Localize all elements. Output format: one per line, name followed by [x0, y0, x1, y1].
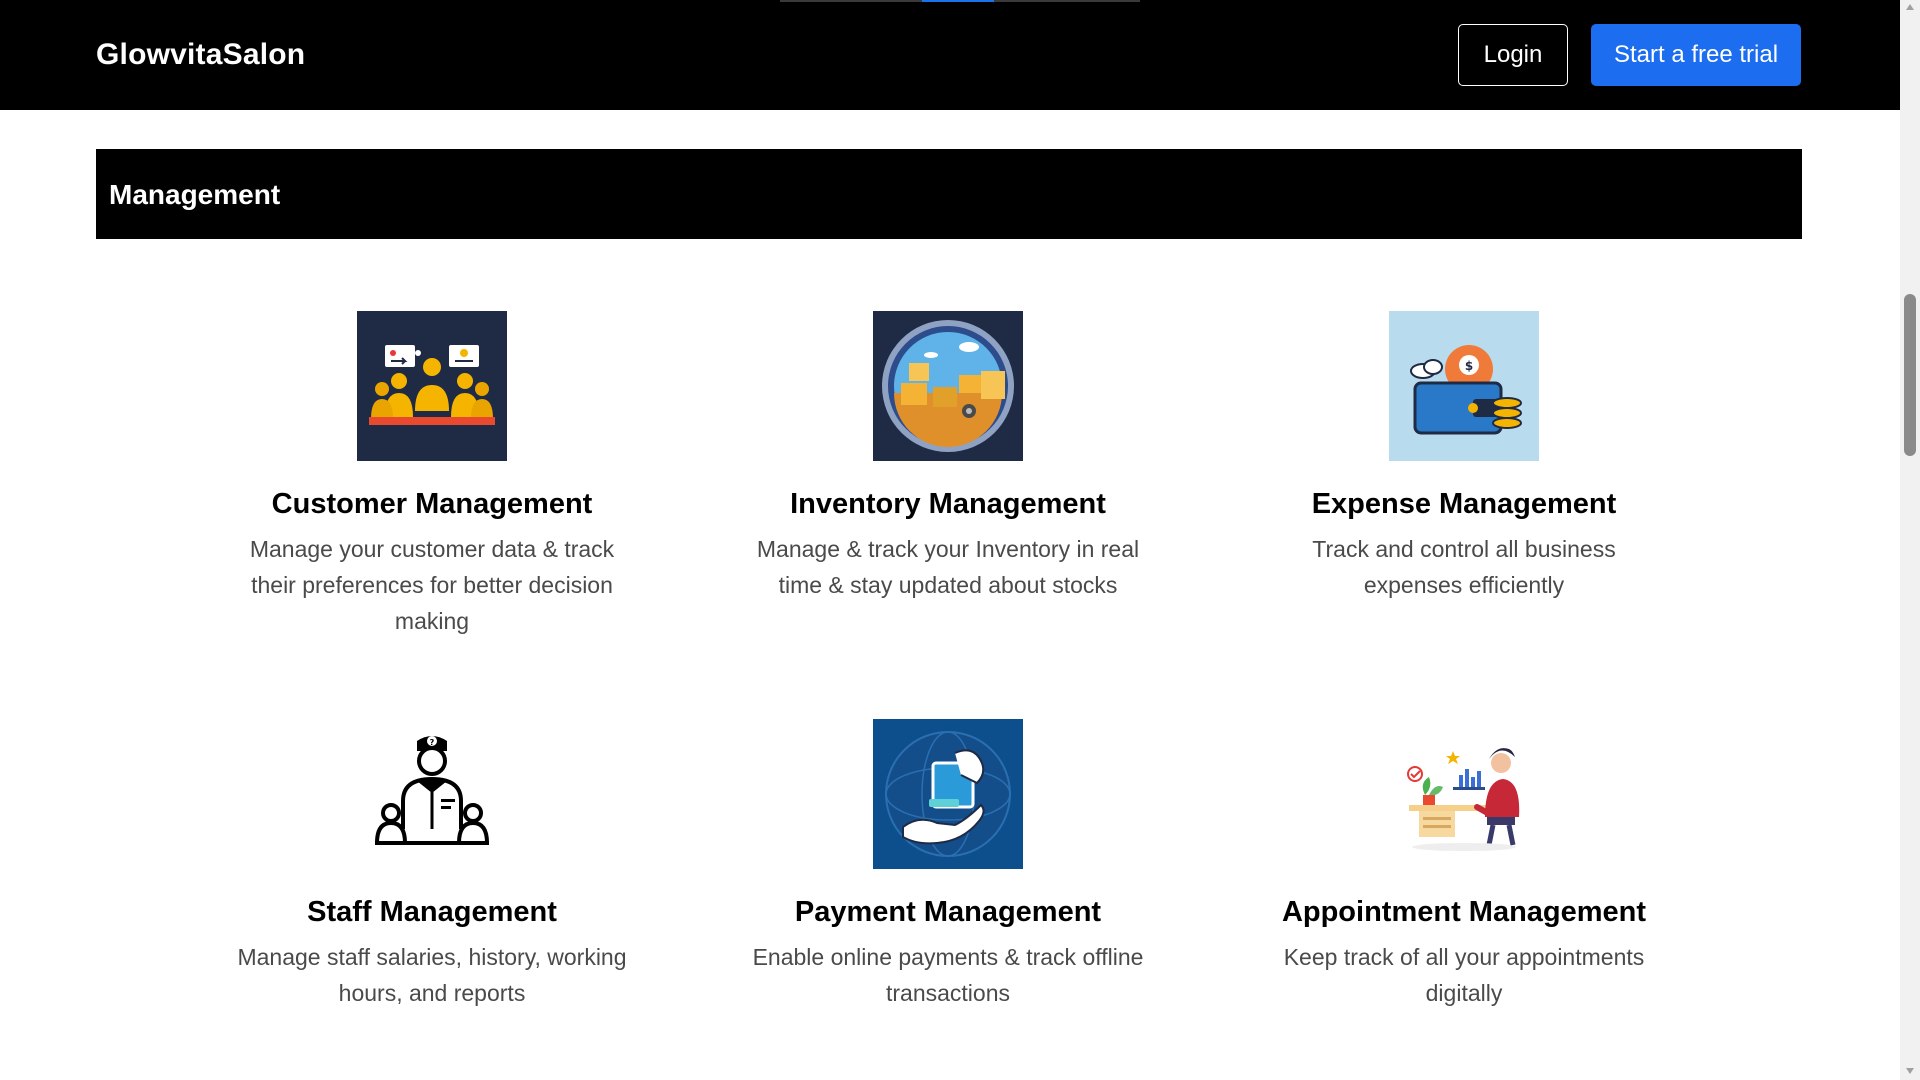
start-free-trial-button[interactable]: Start a free trial	[1591, 24, 1801, 86]
top-progress-indicator	[922, 0, 994, 2]
inventory-boxes-icon	[873, 311, 1023, 461]
top-navbar: GlowvitaSalon Login Start a free trial	[0, 0, 1900, 110]
scroll-up-arrow-icon[interactable]	[1906, 4, 1914, 10]
feature-description: Keep track of all your appointments digi…	[1283, 944, 1645, 1006]
feature-title: Inventory Management	[790, 488, 1106, 520]
section-title: Management	[109, 179, 281, 210]
payment-hand-icon	[873, 719, 1023, 869]
scrollbar-thumb[interactable]	[1904, 294, 1916, 456]
top-progress-track	[780, 0, 1140, 2]
feature-description: Enable online payments & track offline t…	[752, 944, 1144, 1006]
feature-title: Customer Management	[271, 488, 593, 520]
feature-description: Manage staff salaries, history, working …	[237, 944, 627, 1006]
section-heading-bar: Management	[96, 149, 1802, 239]
feature-description: Manage your customer data & track their …	[249, 536, 615, 634]
svg-text:$: $	[1465, 359, 1473, 373]
staff-manager-icon: ?	[357, 719, 507, 869]
feature-title: Staff Management	[307, 896, 557, 928]
customer-group-icon	[357, 311, 507, 461]
feature-description: Track and control all business expenses …	[1312, 536, 1616, 598]
expense-wallet-icon: $	[1389, 311, 1539, 461]
brand-logo[interactable]: GlowvitaSalon	[96, 38, 305, 72]
feature-title: Expense Management	[1311, 488, 1617, 520]
svg-text:?: ?	[430, 738, 435, 747]
scroll-down-arrow-icon[interactable]	[1906, 1068, 1914, 1074]
feature-description: Manage & track your Inventory in real ti…	[756, 536, 1140, 598]
appointment-desk-icon	[1389, 719, 1539, 869]
page-scrollbar[interactable]	[1900, 0, 1920, 1080]
login-button[interactable]: Login	[1458, 24, 1568, 86]
feature-title: Appointment Management	[1281, 896, 1647, 928]
page: GlowvitaSalon Login Start a free trial M…	[0, 0, 1920, 1080]
feature-title: Payment Management	[794, 896, 1102, 928]
